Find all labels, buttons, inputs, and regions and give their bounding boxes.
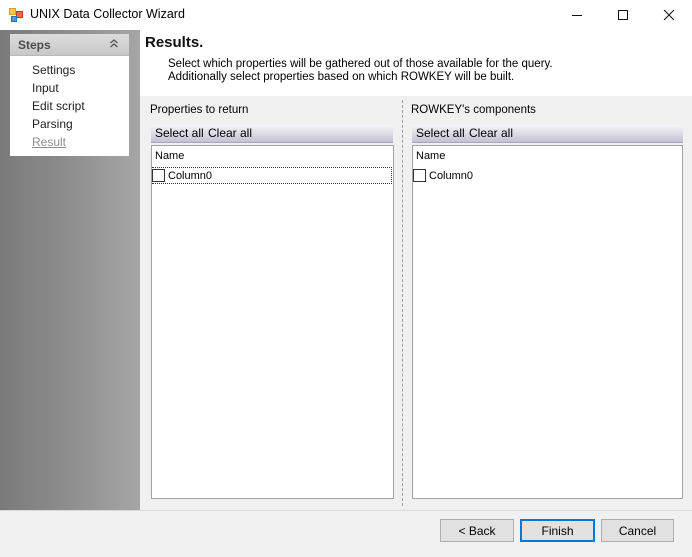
step-edit-script[interactable]: Edit script <box>32 99 85 113</box>
panel-splitter[interactable] <box>402 100 403 506</box>
description-line-2: Additionally select properties based on … <box>168 71 515 83</box>
properties-column0-checkbox[interactable] <box>152 169 165 182</box>
properties-column0-label: Column0 <box>168 170 213 182</box>
rowkey-clear-all-button[interactable]: Clear all <box>469 126 513 140</box>
rowkey-name-header[interactable]: Name <box>416 150 445 162</box>
rowkey-label: ROWKEY's components <box>411 104 536 116</box>
collapse-chevron-icon[interactable] <box>106 36 122 52</box>
rowkey-column0-checkbox[interactable] <box>413 169 426 182</box>
minimize-button[interactable] <box>554 0 600 30</box>
maximize-icon <box>618 10 628 20</box>
maximize-button[interactable] <box>600 0 646 30</box>
app-icon <box>9 8 23 22</box>
properties-label: Properties to return <box>150 104 249 116</box>
minimize-icon <box>572 15 582 16</box>
step-input[interactable]: Input <box>32 81 59 95</box>
description-line-1: Select which properties will be gathered… <box>168 58 553 70</box>
page-title: Results. <box>145 34 204 51</box>
rowkey-list[interactable] <box>412 145 683 499</box>
close-icon <box>663 9 675 21</box>
step-parsing[interactable]: Parsing <box>32 117 73 131</box>
rowkey-column0-label: Column0 <box>429 170 474 182</box>
properties-list[interactable] <box>151 145 394 499</box>
cancel-button[interactable]: Cancel <box>601 519 674 542</box>
window-title: UNIX Data Collector Wizard <box>30 7 185 21</box>
step-result[interactable]: Result <box>32 135 66 149</box>
properties-name-header[interactable]: Name <box>155 150 184 162</box>
finish-button[interactable]: Finish <box>520 519 595 542</box>
steps-title: Steps <box>18 38 51 52</box>
step-settings[interactable]: Settings <box>32 63 75 77</box>
properties-select-all-button[interactable]: Select all <box>155 126 204 140</box>
rowkey-select-all-button[interactable]: Select all <box>416 126 465 140</box>
close-button[interactable] <box>646 0 692 30</box>
back-button[interactable]: < Back <box>440 519 514 542</box>
properties-clear-all-button[interactable]: Clear all <box>208 126 252 140</box>
